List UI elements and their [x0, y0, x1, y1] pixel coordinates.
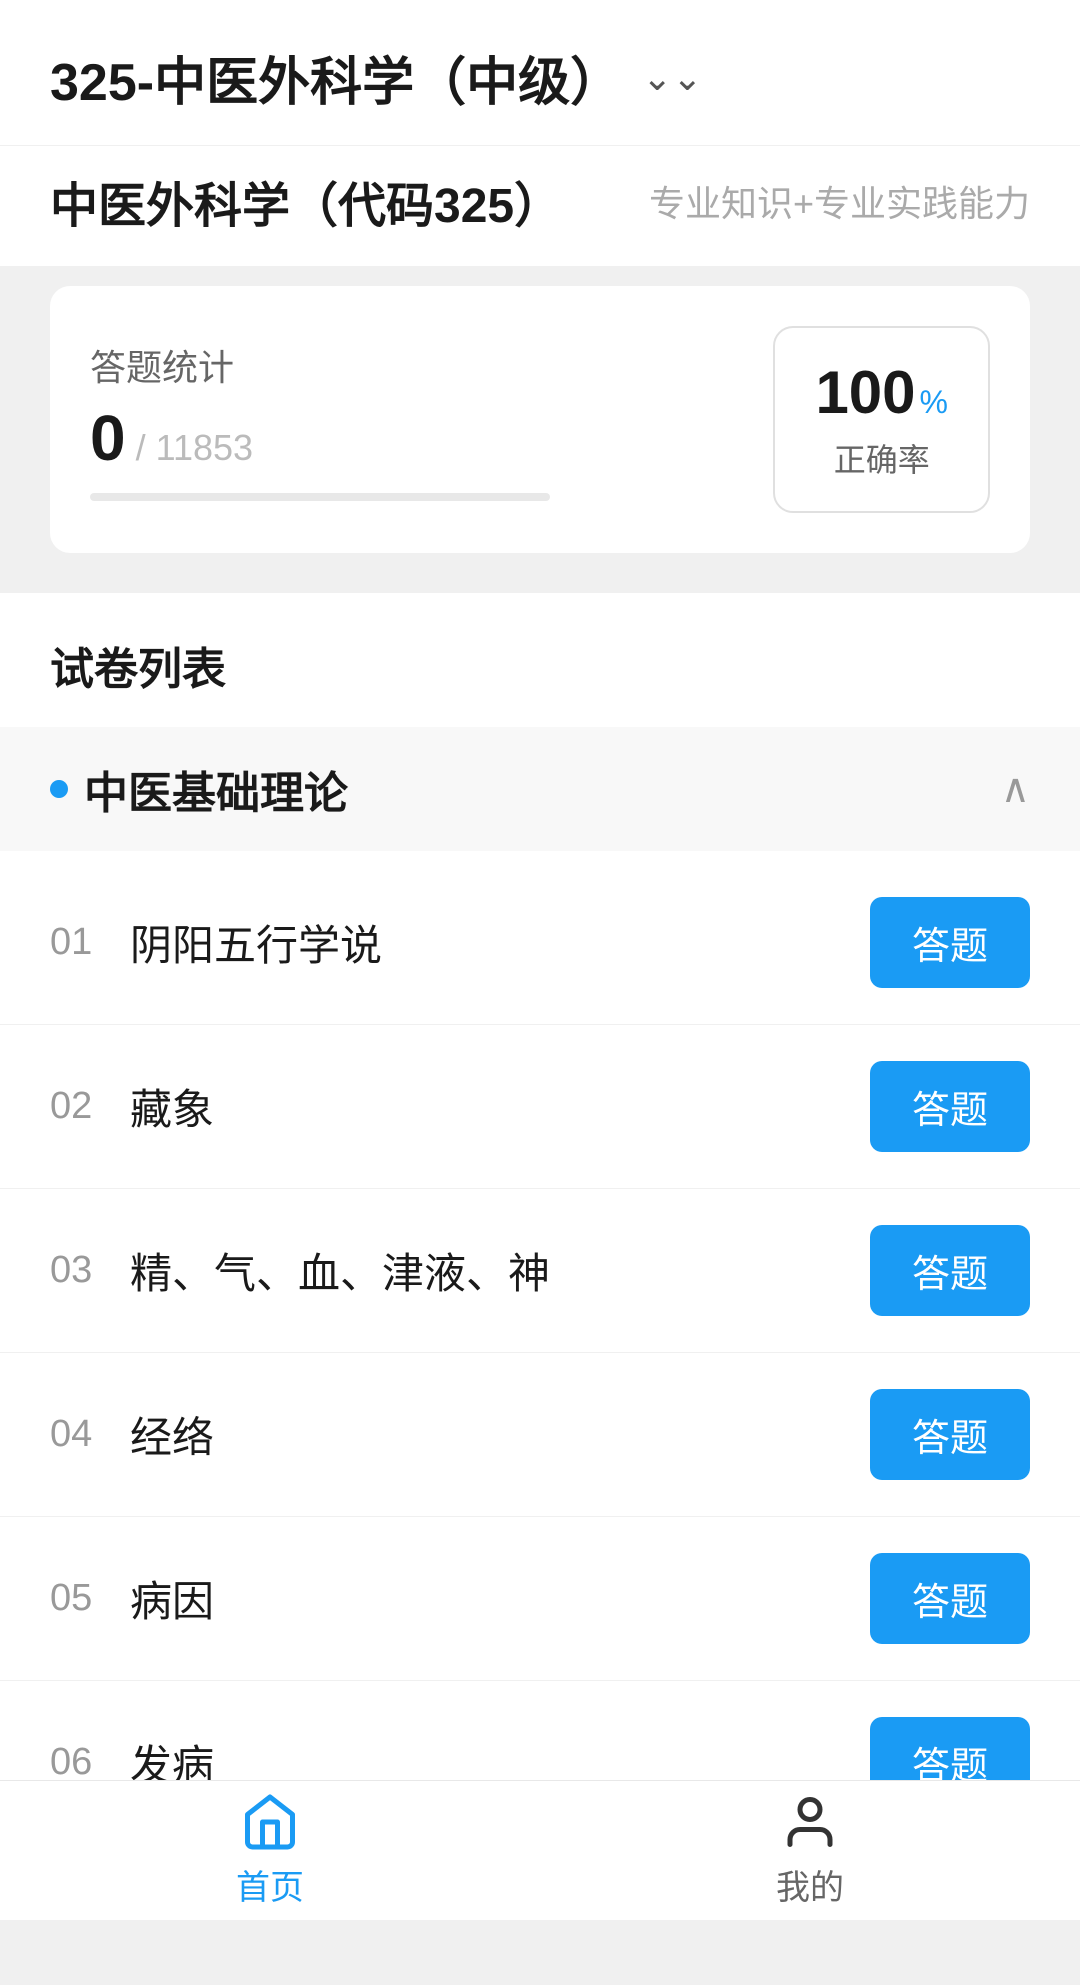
exam-number: 02: [50, 1085, 110, 1128]
subtitle-text: 中医外科学（代码325）: [50, 166, 562, 236]
category-header[interactable]: 中医基础理论 ∧: [0, 727, 1080, 851]
stats-total: / 11853: [136, 427, 253, 469]
accuracy-label: 正确率: [834, 435, 930, 481]
exam-item-left: 02 藏象: [50, 1076, 214, 1137]
answer-button[interactable]: 答题: [870, 1061, 1030, 1152]
category-left: 中医基础理论: [50, 757, 348, 821]
exam-item: 03 精、气、血、津液、神 答题: [0, 1189, 1080, 1353]
header: 325-中医外科学（中级） ⌄⌄: [0, 0, 1080, 145]
answer-button[interactable]: 答题: [870, 1389, 1030, 1480]
accuracy-percent: %: [920, 384, 948, 421]
exam-items-container: 01 阴阳五行学说 答题 02 藏象 答题 03 精、气、血、津液、神 答题 0…: [0, 861, 1080, 1845]
exam-name: 经络: [130, 1404, 214, 1465]
stats-card: 答题统计 0 / 11853 100 % 正确率: [50, 286, 1030, 553]
chevron-down-icon[interactable]: ⌄⌄: [642, 57, 702, 99]
exam-number: 03: [50, 1249, 110, 1292]
blue-dot-icon: [50, 780, 68, 798]
exam-item: 01 阴阳五行学说 答题: [0, 861, 1080, 1025]
accuracy-value-row: 100 %: [815, 358, 948, 427]
exam-item-left: 01 阴阳五行学说: [50, 912, 382, 973]
exam-item: 02 藏象 答题: [0, 1025, 1080, 1189]
exam-name: 藏象: [130, 1076, 214, 1137]
person-icon: [780, 1792, 840, 1852]
exam-item: 05 病因 答题: [0, 1517, 1080, 1681]
exam-number: 06: [50, 1741, 110, 1784]
exam-number: 04: [50, 1413, 110, 1456]
nav-item-mine[interactable]: 我的: [540, 1781, 1080, 1920]
app-container: 325-中医外科学（中级） ⌄⌄ 中医外科学（代码325） 专业知识+专业实践能…: [0, 0, 1080, 1985]
exam-item: 04 经络 答题: [0, 1353, 1080, 1517]
progress-bar-container: [90, 493, 550, 501]
exam-list-header: 试卷列表: [0, 593, 1080, 717]
home-icon: [240, 1792, 300, 1852]
exam-name: 病因: [130, 1568, 214, 1629]
accuracy-value: 100: [815, 358, 915, 427]
subtitle-bar: 中医外科学（代码325） 专业知识+专业实践能力: [0, 145, 1080, 266]
exam-item-left: 03 精、气、血、津液、神: [50, 1240, 550, 1301]
nav-label-mine: 我的: [776, 1860, 844, 1909]
subtitle-description: 专业知识+专业实践能力: [649, 175, 1030, 227]
exam-list-section: 试卷列表 中医基础理论 ∧ 01 阴阳五行学说 答题 02 藏象 答题: [0, 593, 1080, 1845]
exam-item-left: 04 经络: [50, 1404, 214, 1465]
exam-item-left: 05 病因: [50, 1568, 214, 1629]
stats-label: 答题统计: [90, 339, 550, 391]
answer-button[interactable]: 答题: [870, 897, 1030, 988]
stats-progress: 0 / 11853: [90, 401, 550, 475]
category-title: 中医基础理论: [84, 757, 348, 821]
exam-name: 阴阳五行学说: [130, 912, 382, 973]
nav-label-home: 首页: [236, 1860, 304, 1909]
nav-item-home[interactable]: 首页: [0, 1781, 540, 1920]
exam-name: 精、气、血、津液、神: [130, 1240, 550, 1301]
header-title: 325-中医外科学（中级）: [50, 40, 622, 115]
chevron-up-icon[interactable]: ∧: [1001, 766, 1030, 812]
section-divider: [0, 573, 1080, 593]
stats-current: 0: [90, 401, 126, 475]
accuracy-box: 100 % 正确率: [773, 326, 990, 513]
exam-number: 01: [50, 921, 110, 964]
bottom-nav: 首页 我的: [0, 1780, 1080, 1920]
stats-left: 答题统计 0 / 11853: [90, 339, 550, 501]
exam-number: 05: [50, 1577, 110, 1620]
answer-button[interactable]: 答题: [870, 1553, 1030, 1644]
answer-button[interactable]: 答题: [870, 1225, 1030, 1316]
